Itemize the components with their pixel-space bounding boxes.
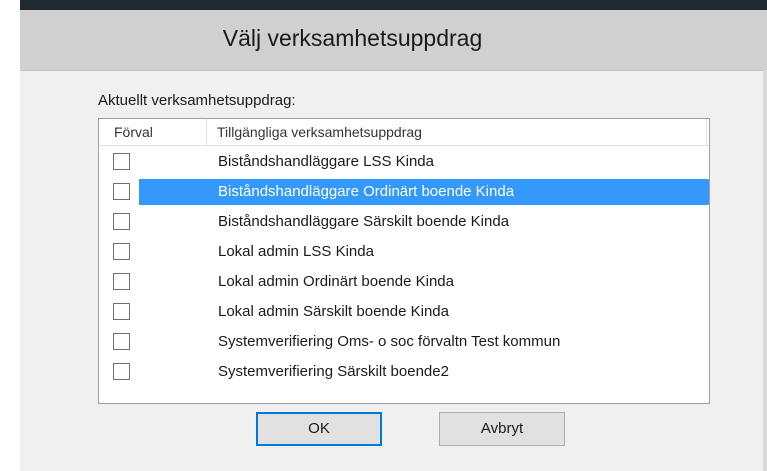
column-header-available[interactable]: Tillgängliga verksamhetsuppdrag (207, 119, 707, 145)
list-item[interactable]: Systemverifiering Särskilt boende2 (99, 357, 709, 387)
select-assignment-dialog: Välj verksamhetsuppdrag Aktuellt verksam… (20, 10, 767, 471)
list-item[interactable]: Biståndshandläggare LSS Kinda (99, 147, 709, 177)
window-top-border (20, 0, 767, 10)
list-item-selected[interactable]: Biståndshandläggare Ordinärt boende Kind… (99, 177, 709, 207)
default-checkbox[interactable] (113, 183, 130, 200)
dialog-titlebar[interactable]: Välj verksamhetsuppdrag (20, 10, 767, 71)
list-header: Förval Tillgängliga verksamhetsuppdrag (99, 119, 709, 146)
list-item-label[interactable]: Lokal admin Särskilt boende Kinda (139, 299, 709, 325)
default-checkbox[interactable] (113, 333, 130, 350)
assignment-list[interactable]: Förval Tillgängliga verksamhetsuppdrag B… (98, 118, 710, 404)
list-item-label[interactable]: Systemverifiering Oms- o soc förvaltn Te… (139, 329, 709, 355)
list-item-label[interactable]: Biståndshandläggare Särskilt boende Kind… (139, 209, 709, 235)
list-item-label[interactable]: Systemverifiering Särskilt boende2 (139, 359, 709, 385)
list-item-label[interactable]: Biståndshandläggare LSS Kinda (139, 149, 709, 175)
ok-button[interactable]: OK (256, 412, 382, 446)
list-item[interactable]: Lokal admin Ordinärt boende Kinda (99, 267, 709, 297)
dialog-right-edge (763, 70, 767, 471)
window-left-margin (0, 0, 20, 471)
column-header-default[interactable]: Förval (99, 119, 207, 145)
default-checkbox[interactable] (113, 213, 130, 230)
list-item-label[interactable]: Lokal admin LSS Kinda (139, 239, 709, 265)
default-checkbox[interactable] (113, 273, 130, 290)
list-item-label[interactable]: Lokal admin Ordinärt boende Kinda (139, 269, 709, 295)
default-checkbox[interactable] (113, 303, 130, 320)
list-item[interactable]: Lokal admin LSS Kinda (99, 237, 709, 267)
default-checkbox[interactable] (113, 363, 130, 380)
list-item[interactable]: Systemverifiering Oms- o soc förvaltn Te… (99, 327, 709, 357)
current-assignment-label: Aktuellt verksamhetsuppdrag: (98, 92, 296, 109)
default-checkbox[interactable] (113, 243, 130, 260)
list-item-label[interactable]: Biståndshandläggare Ordinärt boende Kind… (139, 179, 709, 205)
list-item[interactable]: Lokal admin Särskilt boende Kinda (99, 297, 709, 327)
list-item[interactable]: Biståndshandläggare Särskilt boende Kind… (99, 207, 709, 237)
cancel-button[interactable]: Avbryt (439, 412, 565, 446)
dialog-title: Välj verksamhetsuppdrag (222, 25, 483, 51)
default-checkbox[interactable] (113, 153, 130, 170)
